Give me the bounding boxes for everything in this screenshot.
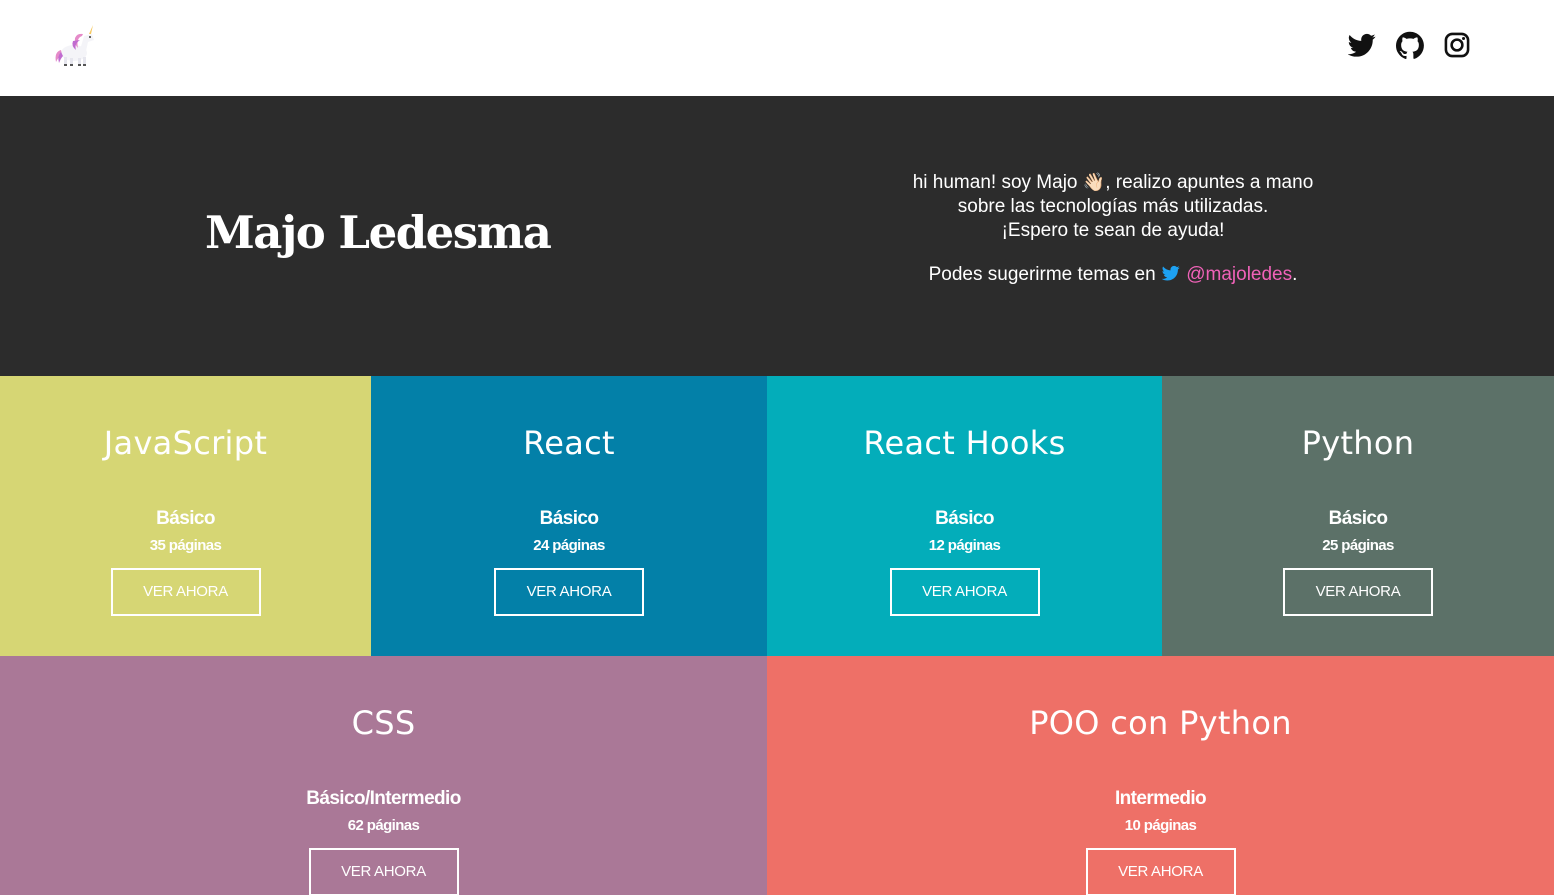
card-pages: 24 páginas [533, 537, 605, 554]
ver-ahora-button[interactable]: VER AHORA [1085, 848, 1236, 895]
card-pages: 35 páginas [149, 537, 222, 554]
card-title: Python [1301, 424, 1415, 462]
intro-text: hi human! soy Majo [912, 172, 1078, 193]
card-title: React Hooks [863, 424, 1066, 462]
suggest-text: Podes sugerirme temas en [928, 264, 1156, 285]
hero-section: Majo Ledesma hi human! soy Majo 👋🏻, real… [0, 96, 1554, 376]
card-pages: 62 páginas [347, 817, 420, 834]
course-card-poo-python: POO con Python Intermedio 10 páginas VER… [767, 656, 1554, 895]
ver-ahora-button[interactable]: VER AHORA [1283, 568, 1433, 616]
card-level: Básico [1328, 508, 1388, 529]
card-level: Básico [539, 508, 599, 529]
card-pages: 25 páginas [1322, 537, 1394, 554]
card-level: Intermedio [1114, 788, 1207, 809]
intro-line-2: sobre las tecnologías más utilizadas. [957, 196, 1269, 217]
intro-line-1: hi human! soy Majo 👋🏻, realizo apuntes a… [850, 170, 1376, 195]
card-title: POO con Python [1029, 704, 1292, 742]
course-card-react: React Básico 24 páginas VER AHORA [371, 376, 767, 656]
course-card-javascript: JavaScript Básico 35 páginas VER AHORA [0, 376, 371, 656]
suggest-end: . [1292, 264, 1298, 285]
intro-line-3: ¡Espero te sean de ayuda! [1001, 220, 1225, 241]
card-pages: 12 páginas [928, 537, 1001, 554]
hero-intro: hi human! soy Majo 👋🏻, realizo apuntes a… [850, 170, 1376, 287]
top-navbar [0, 0, 1554, 96]
card-level: Básico/Intermedio [306, 788, 461, 809]
card-level: Básico [156, 508, 215, 529]
card-level: Básico [935, 508, 994, 529]
github-icon[interactable] [1396, 31, 1424, 59]
course-card-python: Python Básico 25 páginas VER AHORA [1162, 376, 1554, 656]
intro-text-continued: , realizo apuntes a mano [1105, 172, 1314, 193]
unicorn-logo-icon[interactable] [52, 22, 98, 68]
waving-hand-icon: 👋🏻 [1082, 172, 1106, 192]
twitter-bird-icon [1161, 264, 1181, 282]
instagram-icon[interactable] [1443, 31, 1471, 59]
page-title: Majo Ledesma [205, 206, 552, 259]
course-card-react-hooks: React Hooks Básico 12 páginas VER AHORA [767, 376, 1162, 656]
twitter-handle-link[interactable]: @majoledes [1186, 264, 1292, 285]
ver-ahora-button[interactable]: VER AHORA [494, 568, 644, 616]
twitter-icon[interactable] [1348, 31, 1376, 59]
ver-ahora-button[interactable]: VER AHORA [308, 848, 459, 895]
card-title: CSS [351, 704, 416, 742]
card-title: React [523, 424, 615, 462]
ver-ahora-button[interactable]: VER AHORA [889, 568, 1040, 616]
card-pages: 10 páginas [1124, 817, 1197, 834]
suggest-line: Podes sugerirme temas en @majoledes. [850, 263, 1376, 287]
card-title: JavaScript [103, 424, 268, 462]
ver-ahora-button[interactable]: VER AHORA [110, 568, 261, 616]
course-card-css: CSS Básico/Intermedio 62 páginas VER AHO… [0, 656, 767, 895]
